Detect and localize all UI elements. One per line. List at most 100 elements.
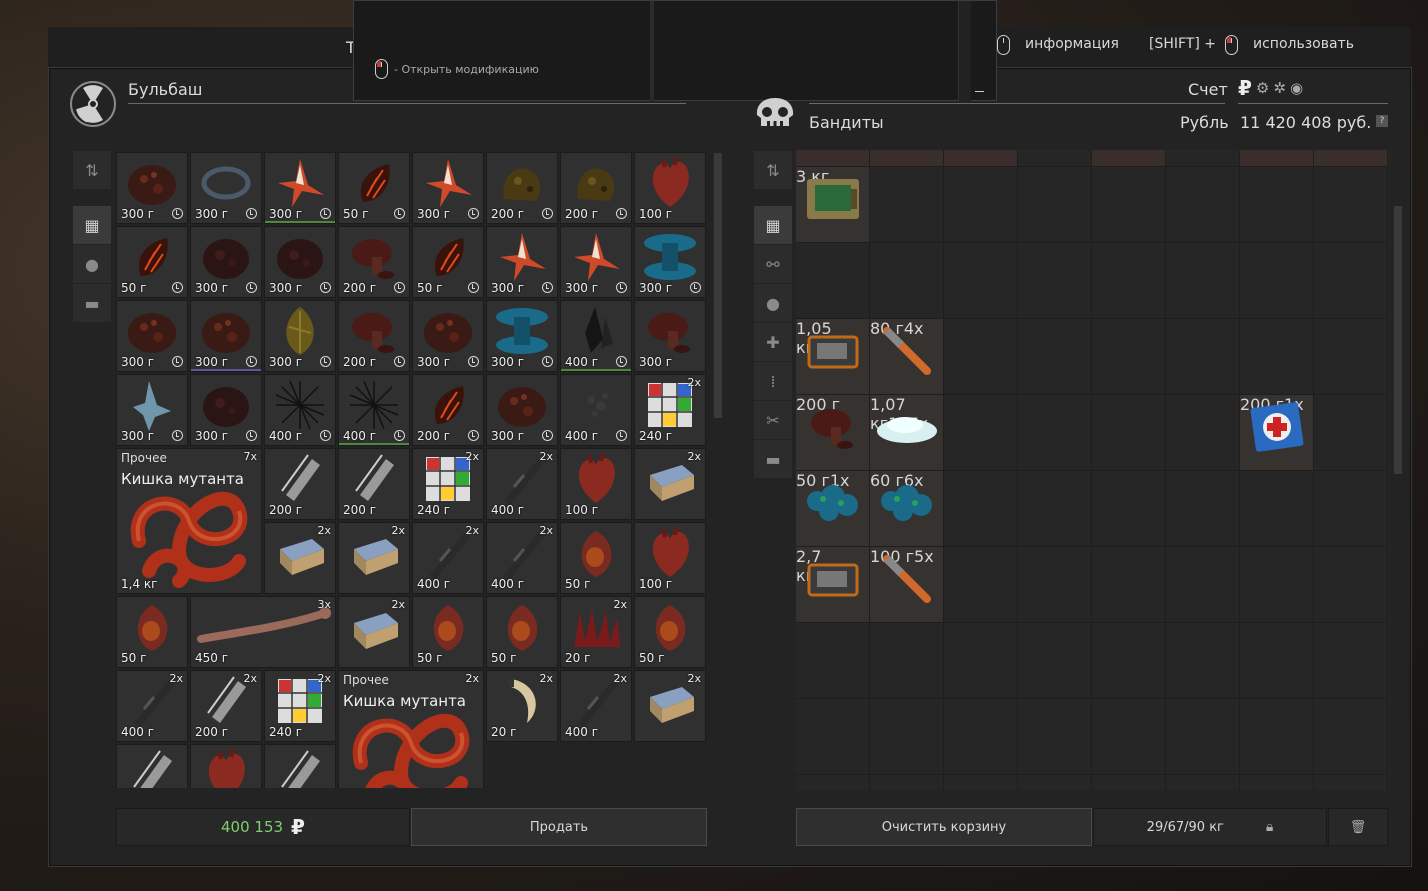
clear-cart-button[interactable]: Очистить корзину (796, 808, 1092, 846)
inventory-item[interactable]: 400 г (338, 374, 410, 446)
pda-device-item[interactable]: 3 кг (796, 167, 870, 243)
empty-cart-slot[interactable] (1092, 319, 1166, 395)
empty-cart-slot[interactable] (870, 699, 944, 775)
all-items-filter-button[interactable]: ▦ (73, 206, 111, 244)
inventory-item[interactable]: 300 г (116, 374, 188, 446)
inventory-item[interactable]: 20 г 2x (486, 670, 558, 742)
empty-cart-slot[interactable] (1092, 471, 1166, 547)
inventory-item[interactable]: 100 г (560, 448, 632, 520)
inventory-item[interactable]: 50 г (634, 596, 706, 668)
ammo-filter-button[interactable]: ⁞ (754, 362, 792, 400)
left-scrollbar[interactable] (714, 153, 722, 418)
empty-cart-slot[interactable] (944, 623, 1018, 699)
inventory-item[interactable] (190, 744, 262, 788)
empty-cart-slot[interactable] (1092, 167, 1166, 243)
empty-cart-slot[interactable] (1166, 471, 1240, 547)
empty-cart-slot[interactable] (944, 319, 1018, 395)
empty-cart-slot[interactable] (944, 243, 1018, 319)
empty-cart-slot[interactable] (944, 699, 1018, 775)
inventory-item[interactable]: 240 г 2x (264, 670, 336, 742)
empty-cart-slot[interactable] (1240, 775, 1314, 790)
cart-item[interactable]: 10 г (796, 150, 870, 167)
empty-cart-slot[interactable] (796, 623, 870, 699)
empty-cart-slot[interactable] (944, 395, 1018, 471)
inventory-item[interactable]: 300 г (264, 152, 336, 224)
inventory-item[interactable]: 300 г (486, 300, 558, 372)
cart-item[interactable]: 584 г (1092, 150, 1166, 167)
empty-cart-slot[interactable] (870, 623, 944, 699)
cart-item[interactable]: 150 г (944, 150, 1018, 167)
inventory-item[interactable]: 2x (338, 522, 410, 594)
repair-kit-item[interactable]: 1,05 кг7x (796, 319, 870, 395)
ruble-currency-icon[interactable]: ₽ (1238, 76, 1252, 100)
cart-item[interactable]: 300 г (1314, 150, 1388, 167)
inventory-item[interactable] (264, 744, 336, 788)
inventory-item[interactable]: 300 г (412, 300, 484, 372)
inventory-item[interactable] (116, 744, 188, 788)
inventory-item[interactable]: 200 г (338, 448, 410, 520)
empty-cart-slot[interactable] (1018, 319, 1092, 395)
repair-kit-item[interactable]: 2,7 кг18x (796, 547, 870, 623)
empty-cart-slot[interactable] (944, 547, 1018, 623)
empty-cart-slot[interactable] (1166, 150, 1240, 167)
inventory-item[interactable]: 300 г (634, 300, 706, 372)
inventory-item[interactable]: 200 г (486, 152, 558, 224)
inventory-item[interactable]: 300 г (634, 226, 706, 298)
empty-cart-slot[interactable] (1166, 319, 1240, 395)
empty-cart-slot[interactable] (1240, 243, 1314, 319)
inventory-item[interactable]: 50 г (412, 226, 484, 298)
empty-cart-slot[interactable] (870, 167, 944, 243)
empty-cart-slot[interactable] (796, 699, 870, 775)
all-items-filter-button[interactable]: ▦ (754, 206, 792, 244)
inventory-item[interactable]: 300 г (412, 152, 484, 224)
gear-currency-icon[interactable]: ⚙ (1256, 79, 1269, 97)
inventory-item[interactable]: 300 г (190, 226, 262, 298)
coin-currency-icon[interactable]: ◉ (1290, 79, 1303, 97)
empty-cart-slot[interactable] (1166, 547, 1240, 623)
inventory-item[interactable]: 300 г (190, 374, 262, 446)
mutant-gut-item[interactable]: 1,4 кг 7x Прочее Кишка мутанта (116, 448, 262, 594)
empty-cart-slot[interactable] (1314, 699, 1388, 775)
empty-cart-slot[interactable] (1314, 395, 1388, 471)
empty-cart-slot[interactable] (1092, 395, 1166, 471)
help-icon[interactable]: ? (1376, 115, 1388, 127)
inventory-item[interactable]: 200 г (560, 152, 632, 224)
empty-cart-slot[interactable] (944, 471, 1018, 547)
cart-item[interactable]: 3 кг (870, 150, 944, 167)
empty-cart-slot[interactable] (1240, 167, 1314, 243)
mutant-gut-item[interactable]: 2x Прочее Кишка мутанта (338, 670, 484, 788)
cart-item[interactable]: 200 г (1240, 150, 1314, 167)
inventory-item[interactable]: 450 г 3x (190, 596, 336, 668)
empty-cart-slot[interactable] (870, 775, 944, 790)
inventory-item[interactable]: 300 г (190, 300, 262, 372)
empty-cart-slot[interactable] (1240, 547, 1314, 623)
empty-cart-slot[interactable] (1314, 623, 1388, 699)
inventory-item[interactable]: 50 г (116, 596, 188, 668)
empty-cart-slot[interactable] (1240, 623, 1314, 699)
inventory-item[interactable]: 50 г (412, 596, 484, 668)
inventory-item[interactable]: 2x (264, 522, 336, 594)
stimulant-item[interactable]: 80 г4x (870, 319, 944, 395)
artifacts-filter-button[interactable]: ● (754, 284, 792, 322)
inventory-item[interactable]: 200 г 2x (190, 670, 262, 742)
empty-cart-slot[interactable] (1018, 395, 1092, 471)
empty-cart-slot[interactable] (1018, 471, 1092, 547)
empty-cart-slot[interactable] (1018, 167, 1092, 243)
inventory-item[interactable]: 400 г 2x (486, 448, 558, 520)
empty-cart-slot[interactable] (944, 775, 1018, 790)
inventory-item[interactable]: 2x (634, 448, 706, 520)
misc-filter-button[interactable]: ▬ (754, 440, 792, 478)
inventory-item[interactable]: 50 г (338, 152, 410, 224)
empty-cart-slot[interactable] (1314, 471, 1388, 547)
empty-cart-slot[interactable] (1166, 699, 1240, 775)
stimulant-item[interactable]: 100 г5x (870, 547, 944, 623)
empty-cart-slot[interactable] (1166, 395, 1240, 471)
inventory-item[interactable]: 300 г (264, 300, 336, 372)
inventory-item[interactable]: 50 г (116, 226, 188, 298)
empty-cart-slot[interactable] (1092, 547, 1166, 623)
inventory-item[interactable]: 300 г (190, 152, 262, 224)
inventory-item[interactable]: 200 г (412, 374, 484, 446)
right-scrollbar[interactable] (1394, 206, 1402, 474)
powder-item[interactable]: 1,07 кг107x (870, 395, 944, 471)
trash-button[interactable]: 🗑︎ (1328, 808, 1388, 846)
